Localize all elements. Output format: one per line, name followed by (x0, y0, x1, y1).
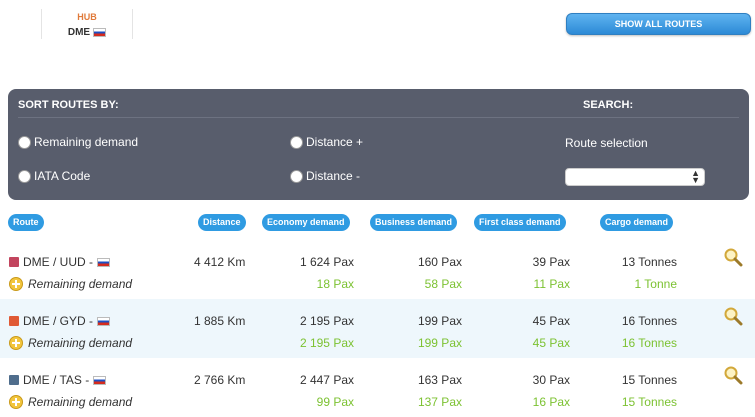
route-color-square (9, 257, 19, 267)
first-class-demand: 30 Pax (532, 373, 570, 387)
route-link[interactable]: DME / GYD - (9, 314, 111, 328)
remaining-economy: 2 195 Pax (299, 336, 354, 350)
remaining-economy: 99 Pax (316, 395, 354, 409)
radio-button[interactable] (290, 135, 303, 149)
first-class-demand: 39 Pax (532, 255, 570, 269)
remaining-business: 58 Pax (424, 277, 462, 291)
remaining-cargo: 15 Tonnes (621, 395, 677, 409)
sort-option-label: Distance + (306, 135, 364, 149)
remaining-demand-label: Remaining demand (28, 277, 133, 291)
remaining-business: 137 Pax (417, 395, 462, 409)
economy-demand: 1 624 Pax (299, 255, 354, 269)
plus-icon (9, 336, 23, 350)
route-selection-label: Route selection (565, 136, 648, 150)
column-header-cargo-demand[interactable]: Cargo demand (600, 214, 674, 231)
hub-code: DME (67, 27, 107, 38)
route-color-square (9, 375, 19, 385)
russia-flag-icon (93, 375, 107, 385)
route-link[interactable]: DME / UUD - (9, 255, 110, 269)
hub-label: HUB (77, 12, 97, 22)
column-header-distance[interactable]: Distance (198, 214, 246, 231)
plus-icon (9, 277, 23, 291)
route-name: DME / GYD - (23, 314, 94, 328)
select-updown-icon: ▲ ▼ (691, 168, 700, 185)
remaining-economy: 18 Pax (316, 277, 354, 291)
route-name: DME / UUD - (23, 255, 93, 269)
sort-option-iata-code[interactable]: IATA Code (18, 169, 90, 183)
sort-option-label: Distance - (306, 169, 361, 183)
business-demand: 199 Pax (417, 314, 462, 328)
sort-option-distance-desc[interactable]: Distance - (290, 169, 360, 183)
column-header-economy-demand[interactable]: Economy demand (262, 214, 350, 231)
route-color-square (9, 316, 19, 326)
show-all-routes-button[interactable]: SHOW ALL ROUTES (566, 13, 751, 35)
sort-option-distance-asc[interactable]: Distance + (290, 135, 363, 149)
russia-flag-icon (93, 28, 107, 37)
magnifier-icon[interactable] (723, 365, 743, 385)
radio-button[interactable] (18, 169, 31, 183)
remaining-demand-label: Remaining demand (28, 336, 133, 350)
sort-search-panel: SORT ROUTES BY: SEARCH: Remaining demand… (8, 89, 749, 200)
russia-flag-icon (97, 316, 111, 326)
sort-option-label: Remaining demand (34, 135, 139, 149)
remaining-demand-row: Remaining demand (9, 277, 132, 291)
sort-title: SORT ROUTES BY: (18, 99, 119, 111)
cargo-demand: 15 Tonnes (621, 373, 677, 387)
radio-button[interactable] (290, 169, 303, 183)
route-distance: 4 412 Km (194, 255, 246, 269)
remaining-cargo: 1 Tonne (634, 277, 678, 291)
column-header-first-class-demand[interactable]: First class demand (474, 214, 566, 231)
route-selection-select[interactable]: ▲ ▼ (565, 168, 705, 186)
business-demand: 163 Pax (417, 373, 462, 387)
table-row: DME / GYD - 1 885 Km 2 195 Pax 199 Pax 4… (0, 299, 755, 358)
sort-option-remaining-demand[interactable]: Remaining demand (18, 135, 138, 149)
sort-option-label: IATA Code (34, 169, 91, 183)
radio-button[interactable] (18, 135, 31, 149)
magnifier-icon[interactable] (723, 247, 743, 267)
remaining-business: 199 Pax (417, 336, 462, 350)
economy-demand: 2 195 Pax (299, 314, 354, 328)
plus-icon (9, 395, 23, 409)
column-header-business-demand[interactable]: Business demand (370, 214, 458, 231)
route-name: DME / TAS - (23, 373, 90, 387)
business-demand: 160 Pax (417, 255, 462, 269)
route-link[interactable]: DME / TAS - (9, 373, 107, 387)
table-row: DME / UUD - 4 412 Km 1 624 Pax 160 Pax 3… (0, 240, 755, 299)
remaining-cargo: 16 Tonnes (621, 336, 677, 350)
column-header-route[interactable]: Route (8, 214, 44, 231)
remaining-demand-row: Remaining demand (9, 395, 132, 409)
hub-indicator: HUB DME (41, 9, 133, 39)
magnifier-icon[interactable] (723, 306, 743, 326)
panel-divider (18, 117, 739, 118)
russia-flag-icon (97, 257, 110, 267)
route-distance: 2 766 Km (194, 373, 246, 387)
cargo-demand: 16 Tonnes (621, 314, 677, 328)
remaining-demand-row: Remaining demand (9, 336, 132, 350)
remaining-first-class: 45 Pax (532, 336, 570, 350)
economy-demand: 2 447 Pax (299, 373, 354, 387)
remaining-first-class: 11 Pax (533, 277, 570, 291)
remaining-first-class: 16 Pax (532, 395, 570, 409)
hub-code-text: DME (67, 27, 91, 38)
remaining-demand-label: Remaining demand (28, 395, 133, 409)
search-title: SEARCH: (583, 99, 634, 111)
table-row: DME / TAS - 2 766 Km 2 447 Pax 163 Pax 3… (0, 358, 755, 417)
route-distance: 1 885 Km (194, 314, 246, 328)
cargo-demand: 13 Tonnes (621, 255, 677, 269)
first-class-demand: 45 Pax (532, 314, 570, 328)
